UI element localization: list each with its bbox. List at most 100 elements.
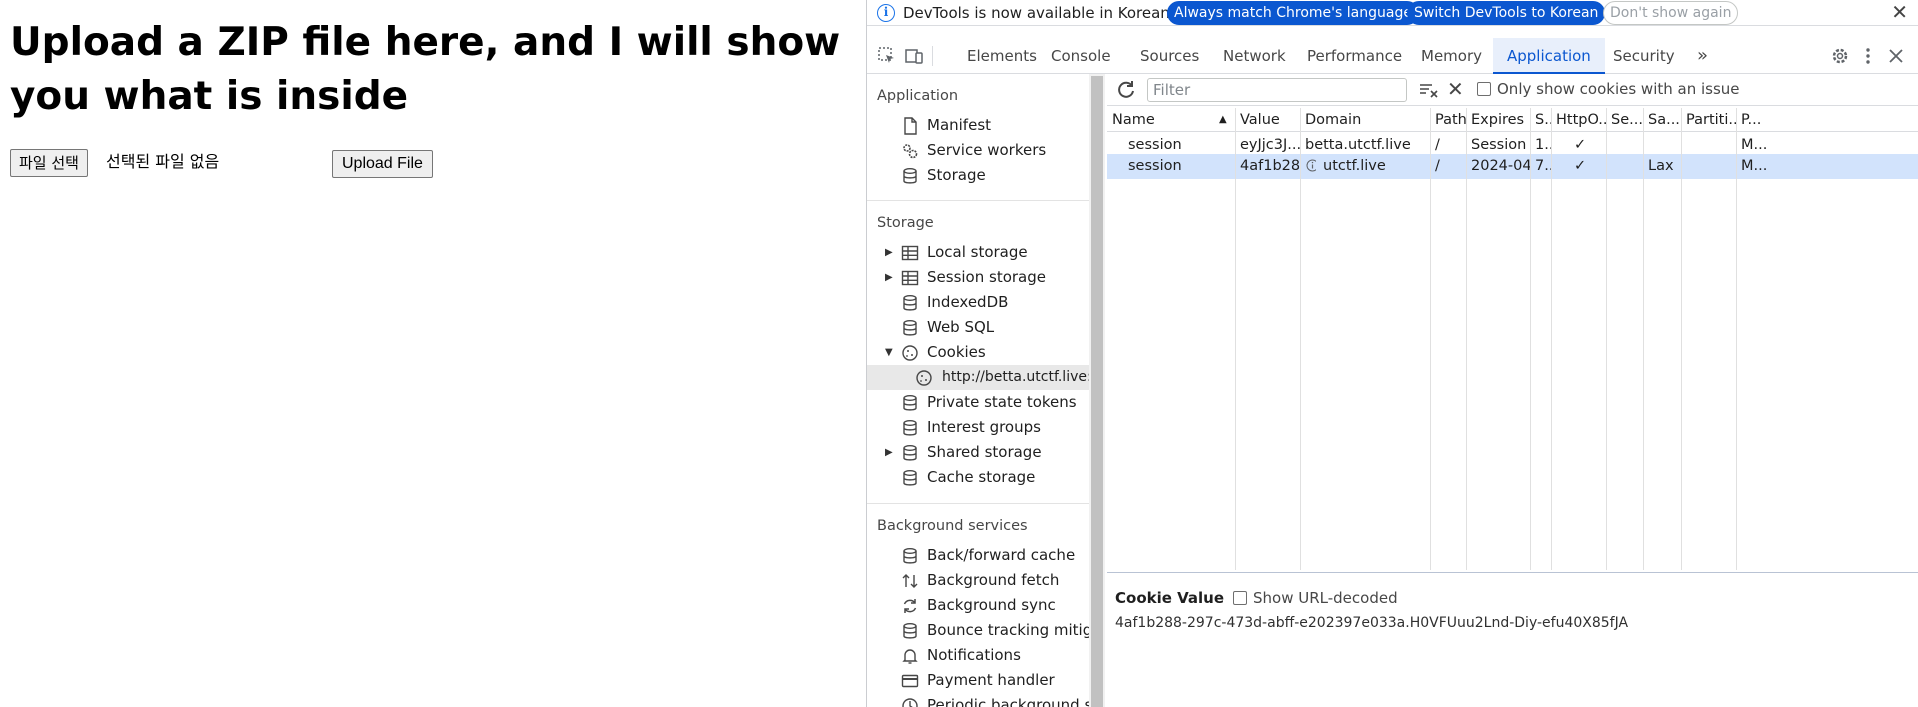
sidebar-scrollbar-thumb[interactable] <box>1091 76 1103 707</box>
cell-samesite: Lax <box>1648 158 1674 174</box>
column-header-expires[interactable]: Expires ... <box>1466 108 1530 132</box>
column-header-httponly[interactable]: HttpO... <box>1551 108 1606 132</box>
kebab-menu-icon[interactable] <box>1858 46 1878 66</box>
tab-sources[interactable]: Sources <box>1140 38 1199 74</box>
sidebar-item-label: Private state tokens <box>927 393 1077 411</box>
device-toolbar-icon[interactable] <box>904 46 924 66</box>
sidebar-item-cache-storage[interactable]: Cache storage <box>867 465 1089 490</box>
checkbox[interactable] <box>1233 591 1247 605</box>
delete-selected-icon[interactable]: ✕ <box>1447 77 1464 101</box>
sidebar-item-background-sync[interactable]: Background sync <box>867 593 1089 618</box>
tab-security[interactable]: Security <box>1613 38 1675 74</box>
sidebar-item-private-state-tokens[interactable]: Private state tokens <box>867 390 1089 415</box>
sort-ascending-icon: ▲ <box>1219 114 1227 125</box>
checkbox[interactable] <box>1477 82 1491 96</box>
column-divider[interactable] <box>1300 108 1301 570</box>
info-circle-icon[interactable] <box>1300 154 1316 179</box>
language-infobar: i DevTools is now available in Korean! A… <box>867 0 1918 26</box>
column-header-size[interactable]: S.. <box>1530 108 1551 132</box>
sidebar-item-notifications[interactable]: Notifications <box>867 643 1089 668</box>
sidebar-item-payment-handler[interactable]: Payment handler <box>867 668 1089 693</box>
expand-arrow-icon[interactable]: ▶ <box>885 440 893 465</box>
cookie-value-text[interactable]: 4af1b288-297c-473d-abff-e202397e033a.H0V… <box>1115 615 1628 631</box>
close-icon[interactable]: ✕ <box>1891 1 1908 23</box>
web-page: Upload a ZIP file here, and I will show … <box>0 0 866 707</box>
expand-arrow-icon[interactable]: ▶ <box>885 240 893 265</box>
sidebar-item-label: Cache storage <box>927 468 1036 486</box>
sidebar-item-label: Payment handler <box>927 671 1055 689</box>
column-header-priority[interactable]: P... <box>1736 108 1776 132</box>
tab-memory[interactable]: Memory <box>1421 38 1482 74</box>
sidebar-item-label: Web SQL <box>927 318 995 336</box>
sidebar-item-back-forward-cache[interactable]: Back/forward cache <box>867 543 1089 568</box>
table-icon <box>901 270 919 286</box>
clock-icon <box>902 698 918 707</box>
column-header-path[interactable]: Path <box>1430 108 1466 132</box>
sidebar-item-bounce-tracking[interactable]: Bounce tracking mitigat <box>867 618 1090 643</box>
sidebar-item-periodic-background-sync[interactable]: Periodic background sy <box>867 693 1090 707</box>
tab-network[interactable]: Network <box>1223 38 1286 74</box>
tab-elements[interactable]: Elements <box>967 38 1037 74</box>
column-divider[interactable] <box>1606 108 1607 570</box>
sidebar-item-cookie-origin[interactable]: http://betta.utctf.live:5 <box>867 365 1090 390</box>
column-divider[interactable] <box>1643 108 1644 570</box>
dont-show-again-button[interactable]: Don't show again <box>1603 1 1739 25</box>
database-icon <box>903 420 917 436</box>
sidebar-item-session-storage[interactable]: ▶ Session storage <box>867 265 1089 290</box>
sidebar-item-interest-groups[interactable]: Interest groups <box>867 415 1089 440</box>
cell-path: / <box>1435 158 1440 174</box>
filter-input[interactable]: Filter <box>1147 78 1407 102</box>
always-match-language-button[interactable]: Always match Chrome's language <box>1167 1 1419 25</box>
cell-expires: 2024-04... <box>1471 158 1530 174</box>
sidebar-item-service-workers[interactable]: Service workers <box>867 138 1089 163</box>
only-issues-checkbox[interactable]: Only show cookies with an issue <box>1477 80 1740 98</box>
sidebar-item-local-storage[interactable]: ▶ Local storage <box>867 240 1089 265</box>
column-divider[interactable] <box>1430 108 1431 570</box>
column-header-domain[interactable]: Domain <box>1300 108 1430 132</box>
column-divider[interactable] <box>1235 108 1236 570</box>
refresh-icon[interactable] <box>1115 79 1137 101</box>
table-row-selected[interactable]: session 4af1b28... utctf.live / 2024-04.… <box>1107 154 1918 179</box>
sidebar-item-web-sql[interactable]: Web SQL <box>867 315 1089 340</box>
choose-file-button[interactable]: 파일 선택 <box>10 149 88 177</box>
tab-application[interactable]: Application <box>1493 38 1605 74</box>
switch-to-korean-button[interactable]: Switch DevTools to Korean <box>1407 1 1606 25</box>
sidebar-item-background-fetch[interactable]: Background fetch <box>867 568 1089 593</box>
settings-gear-icon[interactable] <box>1830 46 1850 66</box>
sidebar-item-cookies[interactable]: ▼ Cookies <box>867 340 1089 365</box>
sidebar-item-indexeddb[interactable]: IndexedDB <box>867 290 1089 315</box>
sidebar-item-storage[interactable]: Storage <box>867 163 1089 188</box>
infobar-message: DevTools is now available in Korean! <box>903 4 1176 22</box>
database-icon <box>903 395 917 411</box>
tab-performance[interactable]: Performance <box>1307 38 1402 74</box>
table-header: Name▲ Value Domain Path Expires ... S.. … <box>1107 108 1918 132</box>
show-url-decoded-checkbox[interactable]: Show URL-decoded <box>1233 589 1398 607</box>
column-divider[interactable] <box>1681 108 1682 570</box>
no-file-selected-text: 선택된 파일 없음 <box>106 152 220 171</box>
close-devtools-icon[interactable] <box>1886 46 1906 66</box>
sidebar-item-manifest[interactable]: Manifest <box>867 113 1089 138</box>
cell-size: 7... <box>1535 158 1551 174</box>
column-divider[interactable] <box>1466 108 1467 570</box>
cookies-panel: Filter ✕ Only show cookies with an issue… <box>1107 74 1918 707</box>
info-icon: i <box>877 4 895 22</box>
more-tabs-icon[interactable]: » <box>1697 38 1708 74</box>
column-divider[interactable] <box>1551 108 1552 570</box>
sidebar-item-shared-storage[interactable]: ▶ Shared storage <box>867 440 1089 465</box>
collapse-arrow-icon[interactable]: ▼ <box>885 340 893 365</box>
inspect-element-icon[interactable] <box>877 46 897 66</box>
column-header-secure[interactable]: Se... <box>1606 108 1643 132</box>
column-divider[interactable] <box>1530 108 1531 570</box>
column-divider[interactable] <box>1736 108 1737 570</box>
upload-file-button[interactable]: Upload File <box>332 150 433 178</box>
document-icon <box>904 117 917 135</box>
sidebar-item-label: Back/forward cache <box>927 546 1076 564</box>
clear-filtered-icon[interactable] <box>1417 79 1439 101</box>
cell-secure <box>1606 154 1643 179</box>
column-header-samesite[interactable]: Sa... <box>1643 108 1681 132</box>
expand-arrow-icon[interactable]: ▶ <box>885 265 893 290</box>
column-header-partition-key[interactable]: Partiti... <box>1681 108 1736 132</box>
column-header-name[interactable]: Name ▲ <box>1107 108 1235 132</box>
tab-console[interactable]: Console <box>1051 38 1111 74</box>
column-header-value[interactable]: Value <box>1235 108 1300 132</box>
